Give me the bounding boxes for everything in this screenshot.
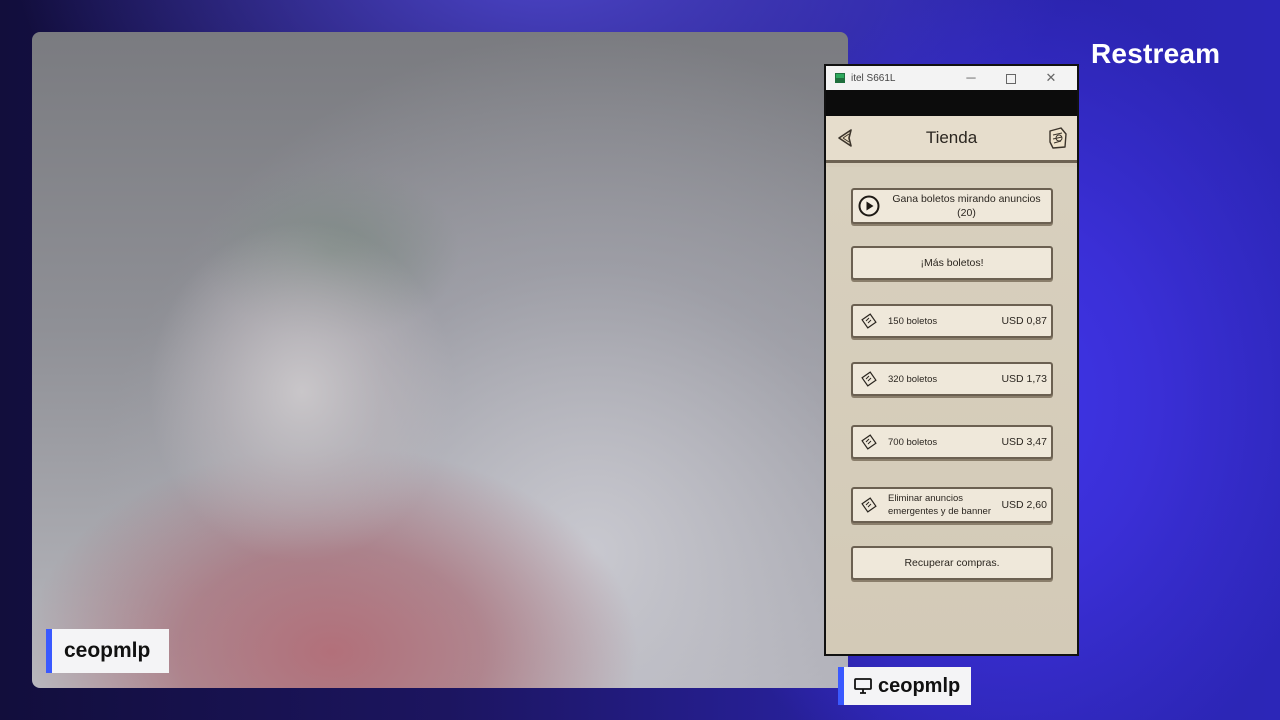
- page-title: Tienda: [925, 128, 978, 147]
- ticket-icon: [861, 434, 877, 450]
- item-label: 150 boletos: [888, 315, 938, 327]
- more-tickets-button[interactable]: ¡Más boletos!: [851, 246, 1053, 280]
- item-price: USD 2,60: [1001, 499, 1047, 511]
- watch-ads-label: Gana boletos mirando anuncios: [892, 193, 1041, 205]
- phone-mirror-window: itel S661L ─ ✕ Tienda Gana boletos miran…: [824, 64, 1079, 705]
- webcam-feed: [32, 32, 848, 688]
- camera-name-label: ceopmlp: [64, 639, 151, 662]
- back-arrow-icon[interactable]: [836, 128, 856, 148]
- store-content: Gana boletos mirando anuncios (20) ¡Más …: [826, 167, 1077, 654]
- store-header: Tienda: [826, 116, 1077, 163]
- watch-ads-count: (20): [957, 207, 976, 219]
- window-titlebar[interactable]: itel S661L ─ ✕: [826, 66, 1077, 90]
- restore-purchases-button[interactable]: Recuperar compras.: [851, 546, 1053, 580]
- phone-status-bar: [826, 90, 1077, 116]
- ticket-icon: [861, 313, 877, 329]
- item-label: 320 boletos: [888, 373, 938, 385]
- item-label: 700 boletos: [888, 436, 938, 448]
- item-label-line1: Eliminar anuncios: [888, 493, 963, 504]
- close-button[interactable]: ✕: [1031, 66, 1071, 90]
- store-item-700[interactable]: 700 boletos USD 3,47: [851, 425, 1053, 459]
- ticket-icon: [861, 371, 877, 387]
- store-screen: Tienda Gana boletos mirando anuncios (20…: [826, 116, 1077, 705]
- maximize-button[interactable]: [991, 66, 1031, 90]
- store-item-150[interactable]: 150 boletos USD 0,87: [851, 304, 1053, 338]
- book-icon[interactable]: [1047, 126, 1069, 150]
- minimize-button[interactable]: ─: [951, 66, 991, 90]
- restore-purchases-label: Recuperar compras.: [904, 557, 1000, 569]
- item-price: USD 0,87: [1001, 315, 1047, 327]
- maximize-icon: [1006, 73, 1016, 84]
- restream-logo: Restream: [1091, 38, 1221, 69]
- item-price: USD 3,47: [1001, 436, 1047, 448]
- more-tickets-label: ¡Más boletos!: [920, 257, 984, 269]
- ticket-icon: [861, 497, 877, 513]
- screen-share-name-tag: ceopmlp: [838, 667, 971, 705]
- camera-name-tag: ceopmlp: [46, 629, 169, 673]
- store-item-remove-ads[interactable]: Eliminar anuncios emergentes y de banner…: [851, 487, 1053, 523]
- store-item-320[interactable]: 320 boletos USD 1,73: [851, 362, 1053, 396]
- play-icon: [858, 195, 880, 217]
- monitor-icon: [854, 678, 872, 694]
- app-icon: [835, 73, 845, 83]
- item-label-line2: emergentes y de banner: [888, 506, 991, 517]
- screen-share-label: ceopmlp: [878, 674, 961, 697]
- watch-ads-button[interactable]: Gana boletos mirando anuncios (20): [851, 188, 1053, 224]
- window-title: itel S661L: [851, 72, 896, 84]
- item-price: USD 1,73: [1001, 373, 1047, 385]
